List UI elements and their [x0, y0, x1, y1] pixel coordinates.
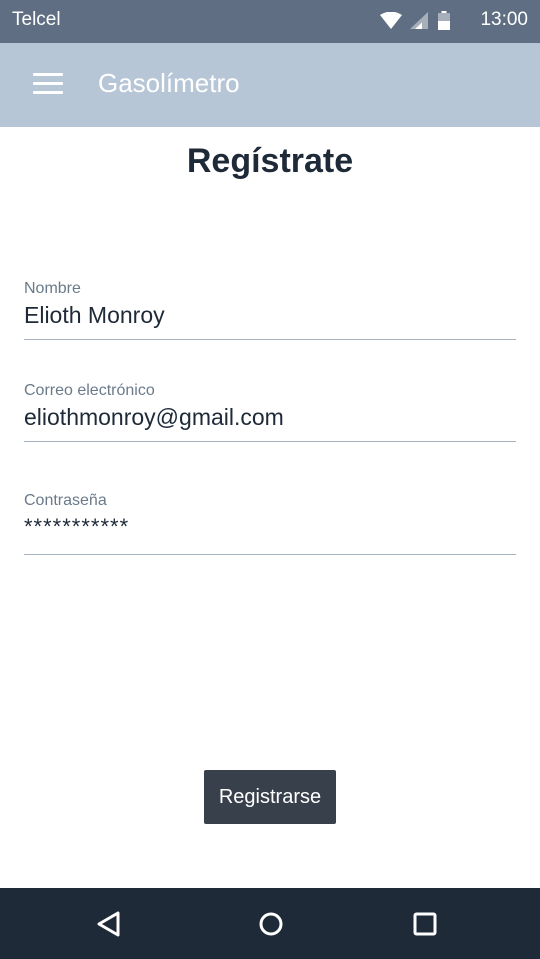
- password-input[interactable]: [24, 514, 516, 540]
- recents-icon[interactable]: [406, 905, 444, 943]
- password-field-label: Contraseña: [24, 492, 107, 509]
- battery-icon: [438, 11, 450, 30]
- password-field: Contraseña: [24, 492, 516, 555]
- menu-line: [33, 73, 63, 76]
- navigation-bar: [0, 888, 540, 959]
- name-field-label: Nombre: [24, 280, 81, 297]
- hamburger-menu-icon[interactable]: [24, 65, 68, 105]
- app-bar: Gasolímetro: [0, 43, 540, 127]
- name-input[interactable]: [24, 302, 516, 329]
- status-icons: 13:00: [380, 0, 540, 43]
- page-title: Regístrate: [186, 142, 354, 180]
- email-field-label: Correo electrónico: [24, 382, 155, 399]
- status-bar: Telcel 13:00: [0, 0, 540, 43]
- password-underline: [24, 554, 516, 555]
- email-input[interactable]: [24, 404, 516, 431]
- menu-line: [33, 82, 63, 85]
- menu-line: [33, 91, 63, 94]
- signal-icon: [410, 12, 428, 29]
- back-icon[interactable]: [90, 905, 128, 943]
- email-underline: [24, 441, 516, 442]
- screen: Telcel 13:00 Gasolímetro Regístrate Nomb…: [0, 0, 540, 959]
- carrier-name: Telcel: [12, 9, 61, 30]
- clock: 13:00: [480, 9, 528, 30]
- name-field: Nombre: [24, 280, 516, 340]
- home-icon[interactable]: [252, 905, 290, 943]
- wifi-icon: [380, 12, 402, 29]
- register-button[interactable]: Registrarse: [204, 770, 336, 824]
- app-title: Gasolímetro: [98, 68, 240, 98]
- name-underline: [24, 339, 516, 340]
- email-field: Correo electrónico: [24, 382, 516, 442]
